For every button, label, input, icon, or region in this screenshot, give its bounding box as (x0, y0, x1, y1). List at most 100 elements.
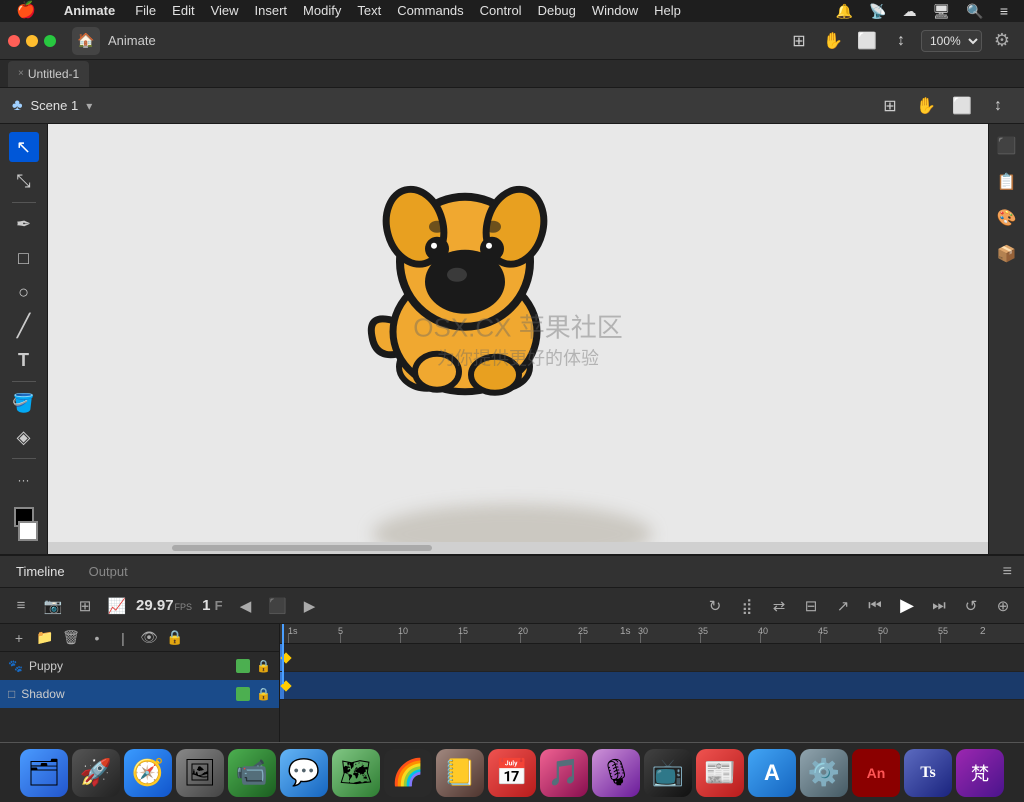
menu-file[interactable]: File (127, 0, 164, 22)
timeline-menu-icon[interactable]: ≡ (1003, 563, 1012, 581)
rotate-icon[interactable]: ↕ (887, 27, 915, 55)
text-tool-btn[interactable]: T (9, 345, 39, 375)
tl-graph-icon[interactable]: 📈 (104, 593, 130, 619)
airdrop-icon[interactable]: 📡 (861, 0, 894, 22)
menu-window[interactable]: Window (584, 0, 646, 22)
tl-ripple-icon[interactable]: ⣾ (734, 593, 760, 619)
dock-maps[interactable]: 🗺 (332, 749, 380, 797)
tl-undo-icon[interactable]: ↺ (958, 593, 984, 619)
rectangle-tool-btn[interactable]: □ (9, 243, 39, 273)
pen-tool-btn[interactable]: ✒ (9, 209, 39, 239)
panel-tools-icon[interactable]: ⬛ (993, 132, 1021, 160)
panel-assets-icon[interactable]: 📋 (993, 168, 1021, 196)
dock-calendar[interactable]: 📅 (488, 749, 536, 797)
dock-tv[interactable]: 📺 (644, 749, 692, 797)
stroke-color-swatch[interactable] (18, 521, 38, 541)
menu-commands[interactable]: Commands (389, 0, 471, 22)
dock-finder[interactable]: 🗂 (20, 749, 68, 797)
dock-facetime[interactable]: 📹 (228, 749, 276, 797)
dock-safari[interactable]: 🧭 (124, 749, 172, 797)
notification-icon[interactable]: 🔔 (828, 0, 861, 22)
tl-prev-keyframe-icon[interactable]: ◀ (233, 593, 259, 619)
search-icon[interactable]: 🔍 (958, 0, 991, 22)
canvas-content[interactable]: OSX.CX 苹果社区 为你提供更好的体验 (48, 124, 988, 554)
layer-visibility-shadow[interactable] (236, 687, 250, 701)
tl-play-icon[interactable]: ▶ (894, 593, 920, 619)
menu-control[interactable]: Control (472, 0, 530, 22)
timeline-tab[interactable]: Timeline (12, 564, 69, 579)
hand-tool-btn[interactable]: ✋ (912, 92, 940, 120)
menu-insert[interactable]: Insert (247, 0, 296, 22)
app-name-menu[interactable]: Animate (56, 0, 123, 22)
menu-text[interactable]: Text (349, 0, 389, 22)
track-shadow[interactable] (280, 672, 1024, 700)
tl-layers-icon[interactable]: ≡ (8, 593, 34, 619)
scene-chevron-icon[interactable]: ▾ (86, 99, 92, 113)
fit-view-icon[interactable]: ⊞ (785, 27, 813, 55)
frame-split-btn[interactable]: | (112, 627, 134, 649)
layer-lock-btn[interactable]: 🔒 (164, 627, 186, 649)
eraser-tool-btn[interactable]: ◈ (9, 422, 39, 452)
layer-lock-puppy[interactable]: 🔒 (256, 659, 271, 673)
frame-icon[interactable]: ⬜ (948, 92, 976, 120)
maximize-button[interactable] (44, 35, 56, 47)
subselect-tool-btn[interactable]: ⤡ (9, 166, 39, 196)
playhead[interactable] (282, 624, 284, 684)
menu-edit[interactable]: Edit (164, 0, 202, 22)
output-tab[interactable]: Output (85, 564, 132, 579)
grid-icon[interactable]: ⊞ (876, 92, 904, 120)
layer-vis-btn[interactable]: 👁 (138, 627, 160, 649)
dock-contacts[interactable]: 📒 (436, 749, 484, 797)
panel-properties-icon[interactable]: 🎨 (993, 204, 1021, 232)
tl-grid-icon[interactable]: ⊞ (72, 593, 98, 619)
dock-music[interactable]: 🎵 (540, 749, 588, 797)
tl-loop-icon[interactable]: ↻ (702, 593, 728, 619)
track-puppy[interactable] (280, 644, 1024, 672)
tab-close-icon[interactable]: × (18, 68, 24, 79)
menu-view[interactable]: View (203, 0, 247, 22)
panels-icon[interactable]: ⚙ (988, 27, 1016, 55)
add-layer-btn[interactable]: + (8, 627, 30, 649)
line-tool-btn[interactable]: ╱ (9, 311, 39, 341)
tl-onion-skin-icon[interactable]: ⊕ (990, 593, 1016, 619)
add-folder-btn[interactable]: 📁 (34, 627, 56, 649)
tl-step-fwd-icon[interactable]: ⏭ (926, 593, 952, 619)
flip-icon[interactable]: ↕ (984, 92, 1012, 120)
layer-shadow[interactable]: □ Shadow 🔒 (0, 680, 279, 708)
crop-icon[interactable]: ⬜ (853, 27, 881, 55)
dock-typeface[interactable]: Ts (904, 749, 952, 797)
tl-next-keyframe-icon[interactable]: ▶ (297, 593, 323, 619)
layer-puppy[interactable]: 🐾 Puppy 🔒 (0, 652, 279, 680)
tl-export-icon[interactable]: ↗ (830, 593, 856, 619)
paint-bucket-btn[interactable]: 🪣 (9, 388, 39, 418)
dock-launchpad[interactable]: 🚀 (72, 749, 120, 797)
keyframe-dot-btn[interactable]: • (86, 627, 108, 649)
home-button[interactable]: 🏠 (72, 27, 100, 55)
delete-layer-btn[interactable]: 🗑 (60, 627, 82, 649)
dock-adobe-animate[interactable]: An (852, 749, 900, 797)
creative-cloud-icon[interactable]: ☁ (895, 0, 925, 22)
hand-tool-icon[interactable]: ✋ (819, 27, 847, 55)
dock-messages[interactable]: 💬 (280, 749, 328, 797)
dock-custom-app[interactable]: 梵 (956, 749, 1004, 797)
dock-photos-app[interactable]: 🖼 (176, 749, 224, 797)
select-tool-btn[interactable]: ↖ (9, 132, 39, 162)
zoom-select[interactable]: 100% (921, 30, 982, 52)
document-tab[interactable]: × Untitled-1 (8, 61, 89, 87)
dock-photos[interactable]: 🌈 (384, 749, 432, 797)
dock-podcasts[interactable]: 🎙 (592, 749, 640, 797)
layer-visibility-puppy[interactable] (236, 659, 250, 673)
oval-tool-btn[interactable]: ○ (9, 277, 39, 307)
menu-help[interactable]: Help (646, 0, 689, 22)
menu-debug[interactable]: Debug (530, 0, 584, 22)
minimize-button[interactable] (26, 35, 38, 47)
layer-lock-shadow[interactable]: 🔒 (256, 687, 271, 701)
tl-sync-icon[interactable]: ⇄ (766, 593, 792, 619)
menu-modify[interactable]: Modify (295, 0, 349, 22)
dock-app-store[interactable]: A (748, 749, 796, 797)
tl-split-icon[interactable]: ⊟ (798, 593, 824, 619)
more-tools-btn[interactable]: ··· (9, 465, 39, 495)
screen-icon[interactable]: 🖥 (925, 0, 959, 22)
dock-system-prefs[interactable]: ⚙️ (800, 749, 848, 797)
hamburger-icon[interactable]: ≡ (992, 0, 1016, 22)
